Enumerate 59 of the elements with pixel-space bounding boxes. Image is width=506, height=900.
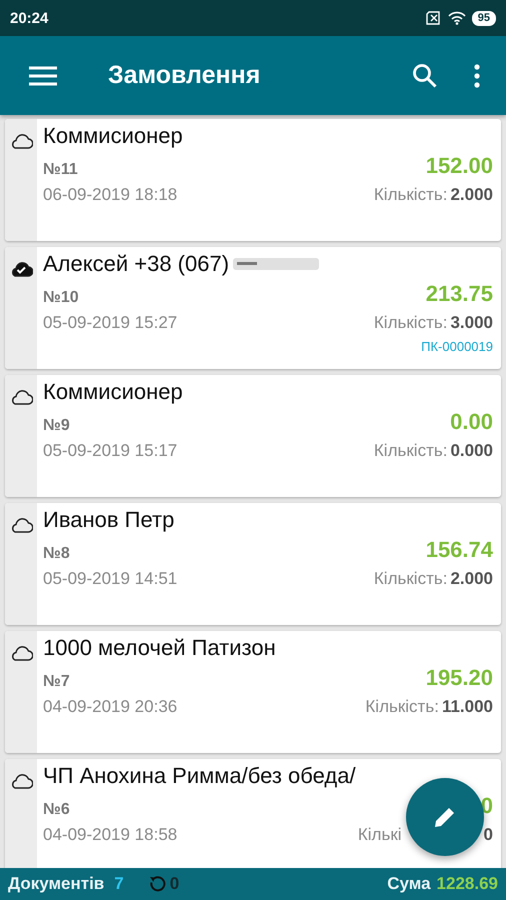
order-number: №8 xyxy=(43,545,70,563)
quantity-value: 2.000 xyxy=(450,185,493,205)
cloud-icon xyxy=(9,773,33,789)
pending-count: 0 xyxy=(170,874,180,894)
order-date: 05-09-2019 15:17 xyxy=(43,441,178,461)
customer-name: ЧП Анохина Римма/без обеда/ xyxy=(43,763,356,789)
customer-name: 1000 мелочей Патизон xyxy=(43,635,276,661)
order-number: №9 xyxy=(43,417,70,435)
quantity-value: 0.000 xyxy=(450,441,493,461)
order-card[interactable]: Коммисионер №9 0.00 05-09-2019 15:17 Кількість: 0.000 xyxy=(5,375,501,497)
customer-name: Коммисионер xyxy=(43,123,183,149)
quantity-value: 2.000 xyxy=(450,569,493,589)
status-time: 20:24 xyxy=(10,10,48,26)
order-amount: 213.75 xyxy=(426,281,493,307)
cloud-check-icon xyxy=(9,261,33,277)
order-date: 05-09-2019 14:51 xyxy=(43,569,178,589)
battery-level: 95 xyxy=(472,10,496,26)
wifi-icon xyxy=(448,11,466,25)
order-card[interactable]: Иванов Петр №8 156.74 05-09-2019 14:51 Кількість: 2.000 xyxy=(5,503,501,625)
quantity-label: Кількі xyxy=(358,825,402,845)
order-date: 04-09-2019 18:58 xyxy=(43,825,178,845)
sum-value: 1228.69 xyxy=(436,874,498,894)
quantity-value: 11.000 xyxy=(442,697,493,717)
order-date: 06-09-2019 18:18 xyxy=(43,185,178,205)
cloud-icon xyxy=(9,645,33,661)
customer-name: Алексей +38 (067) xyxy=(43,251,230,277)
order-number: №7 xyxy=(43,673,70,691)
documents-count: 7 xyxy=(114,874,124,894)
order-card[interactable]: 1000 мелочей Патизон №7 195.20 04-09-2019 20:36 Кількість: 11.000 xyxy=(5,631,501,753)
order-amount: 195.20 xyxy=(426,665,493,691)
quantity-label: Кількість: xyxy=(374,185,448,205)
order-amount: 0 xyxy=(480,793,493,819)
order-card[interactable]: ЧП Анохина Римма/без обеда/ №6 0 04-09-2019 18:58 Кількі 0 xyxy=(5,759,501,868)
screen-title: Замовлення xyxy=(108,61,262,90)
undo-icon xyxy=(148,875,166,893)
cloud-icon xyxy=(9,517,33,533)
quantity-label: Кількість: xyxy=(374,313,448,333)
sim-icon xyxy=(426,11,442,25)
order-number: №10 xyxy=(43,289,79,307)
order-number: №11 xyxy=(43,161,78,179)
customer-name: Коммисионер xyxy=(43,379,183,405)
quantity-value: 3.000 xyxy=(450,313,493,333)
quantity-label: Кількість: xyxy=(365,697,439,717)
documents-label: Документів xyxy=(8,874,104,894)
customer-name: Иванов Петр xyxy=(43,507,174,533)
order-amount: 152.00 xyxy=(426,153,493,179)
quantity-label: Кількість: xyxy=(374,569,448,589)
order-number: №6 xyxy=(43,801,70,819)
order-amount: 156.74 xyxy=(426,537,493,563)
sum-label: Сума xyxy=(387,874,431,894)
order-card[interactable]: Алексей +38 (067) №10 213.75 05-09-2019 15:27 Кількість: 3.000 ПК-0000019 xyxy=(5,247,501,369)
quantity-label: Кількість: xyxy=(374,441,448,461)
order-amount: 0.00 xyxy=(450,409,493,435)
order-date: 05-09-2019 15:27 xyxy=(43,313,178,333)
order-date: 04-09-2019 20:36 xyxy=(43,697,178,717)
cloud-icon xyxy=(9,389,33,405)
cloud-icon xyxy=(9,133,33,149)
quantity-value: 0 xyxy=(484,825,493,845)
order-card[interactable]: Коммисионер №11 152.00 06-09-2019 18:18 Кількість: 2.000 xyxy=(5,119,501,241)
